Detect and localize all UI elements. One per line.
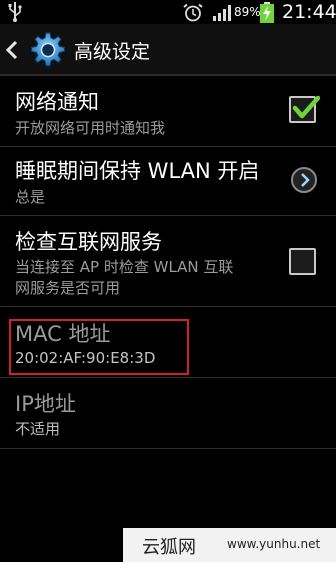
setting-title: 网络通知	[15, 90, 99, 114]
setting-title: 睡眠期间保持 WLAN 开启	[15, 159, 260, 183]
usb-icon	[8, 2, 22, 22]
signal-icon	[213, 5, 231, 21]
setting-subtitle: 总是	[15, 188, 46, 206]
annotation-highlight-box	[9, 319, 189, 375]
watermark: 云狐网 www.yunhu.net	[123, 528, 336, 562]
settings-gear-icon[interactable]	[30, 32, 66, 68]
watermark-brand: 云狐网	[142, 537, 196, 558]
page-title: 高级设定	[74, 41, 151, 63]
setting-network-notify[interactable]: 网络通知 开放网络可用时通知我	[0, 77, 336, 147]
network-notify-checkbox[interactable]	[289, 95, 320, 123]
watermark-url: www.yunhu.net	[227, 537, 321, 551]
chevron-right-icon	[301, 173, 310, 187]
setting-wlan-sleep[interactable]: 睡眠期间保持 WLAN 开启 总是	[0, 148, 336, 216]
setting-subtitle-line2: 网服务是否可用	[15, 279, 121, 297]
battery-charging-icon	[260, 2, 274, 23]
battery-percent: 89%	[234, 5, 261, 19]
action-bar: 高级设定	[0, 24, 336, 76]
wlan-sleep-chevron-button[interactable]	[291, 167, 317, 193]
status-clock: 21:44	[282, 1, 336, 23]
back-chevron-icon[interactable]	[5, 40, 19, 60]
checkmark-icon	[292, 95, 320, 119]
status-bar: 89% 21:44	[0, 0, 336, 24]
setting-title: 检查互联网服务	[15, 230, 162, 254]
alarm-icon	[183, 3, 203, 22]
ip-address-value: 不适用	[15, 420, 61, 438]
setting-subtitle: 开放网络可用时通知我	[15, 119, 166, 137]
info-ip-address: IP地址 不适用	[0, 379, 336, 449]
setting-subtitle: 当连接至 AP 时检查 WLAN 互联	[15, 258, 234, 276]
ip-address-label: IP地址	[15, 392, 76, 416]
setting-internet-check[interactable]: 检查互联网服务 当连接至 AP 时检查 WLAN 互联 网服务是否可用	[0, 217, 336, 307]
internet-check-checkbox[interactable]	[289, 248, 316, 275]
